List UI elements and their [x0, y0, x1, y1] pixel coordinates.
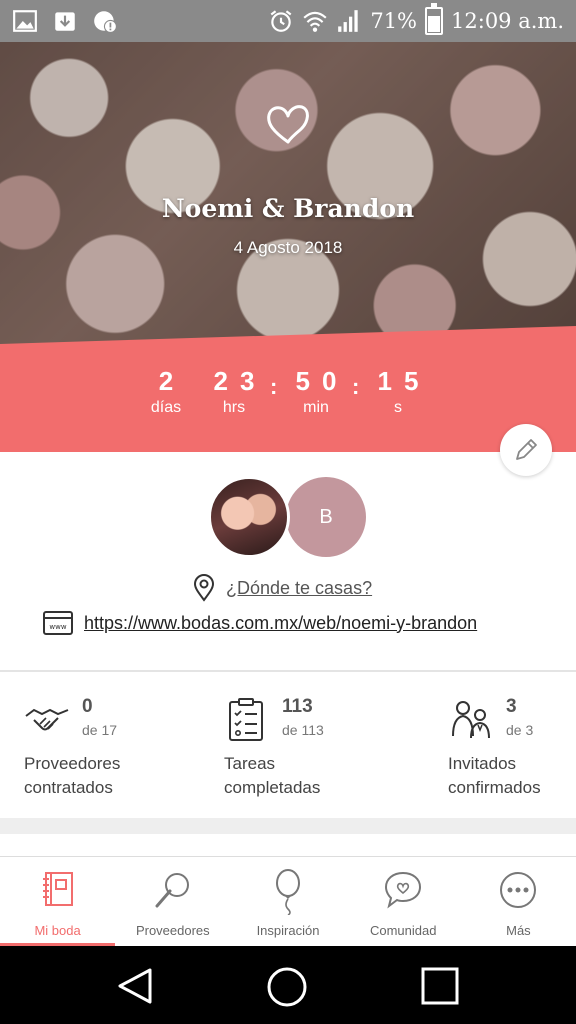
tab-mi-boda[interactable]: Mi boda [0, 857, 116, 946]
hours-label: hrs [222, 399, 246, 416]
vendors-label-1: Proveedores [24, 754, 121, 773]
website-link[interactable]: www https://www.bodas.com.mx/web/noemi-y… [42, 610, 477, 636]
tab-label: Proveedores [135, 923, 210, 938]
clock: 12:09 a.m. [451, 9, 564, 33]
pencil-icon [516, 439, 537, 460]
tab-label: Comunidad [369, 923, 437, 938]
more-icon [500, 872, 537, 908]
tasks-label-2: completadas [224, 778, 321, 797]
guests-label-2: confirmados [448, 778, 541, 797]
couple-names: Noemi & Brandon [161, 194, 415, 223]
back-icon[interactable] [116, 966, 156, 1006]
gallery-icon [13, 10, 37, 32]
countdown-banner: 2 días 23 hrs : 50 min : 15 s [0, 326, 576, 452]
seconds-value: 15 [377, 366, 431, 396]
magnifier-icon [155, 873, 189, 908]
website-url: https://www.bodas.com.mx/web/noemi-y-bra… [84, 612, 478, 633]
edit-button[interactable] [500, 424, 552, 476]
balloon-icon [276, 869, 300, 915]
guests-count: 3 [506, 696, 517, 717]
chat-heart-icon [385, 871, 422, 909]
minutes-value: 50 [295, 366, 349, 396]
hero-cover-photo[interactable]: Noemi & Brandon 4 Agosto 2018 [0, 42, 576, 352]
countdown-seconds: 15 s [370, 366, 426, 417]
countdown-days: 2 días [140, 366, 192, 417]
where-link[interactable]: ¿Dónde te casas? [192, 574, 372, 602]
alarm-icon [270, 10, 292, 32]
guests-total: de 3 [506, 722, 534, 738]
days-value: 2 [158, 366, 174, 396]
tab-mas[interactable]: Más [461, 857, 576, 946]
seconds-label: s [394, 399, 402, 416]
handshake-icon [25, 708, 69, 731]
vendors-count: 0 [82, 696, 93, 717]
tab-proveedores[interactable]: Proveedores [115, 857, 230, 946]
battery-icon [425, 3, 444, 35]
guests-icon [452, 701, 490, 739]
bottom-navigation: Mi boda Proveedores Inspiración Comunida… [0, 856, 576, 946]
avatar-photo[interactable] [208, 476, 290, 558]
section-separator [0, 818, 576, 834]
svg-text:www: www [49, 623, 66, 631]
separator: : [352, 374, 360, 399]
days-label: días [150, 399, 182, 416]
tasks-total: de 113 [282, 722, 324, 738]
tab-label: Más [506, 923, 531, 938]
download-icon [55, 12, 75, 31]
wedding-date: 4 Agosto 2018 [233, 238, 343, 257]
location-pin-icon [193, 574, 215, 602]
avatar-partner[interactable]: B [286, 477, 366, 557]
checklist-icon [229, 698, 263, 741]
signal-icon [338, 10, 358, 32]
separator: : [270, 374, 278, 399]
browser-icon: www [43, 611, 73, 635]
where-label: ¿Dónde te casas? [226, 577, 373, 598]
wifi-icon [303, 11, 327, 32]
status-bar: 71% 12:09 a.m. [0, 0, 576, 42]
battery-percent: 71% [370, 9, 418, 33]
tab-label: Inspiración [256, 923, 320, 938]
tab-comunidad[interactable]: Comunidad [346, 857, 461, 946]
divider [0, 670, 576, 672]
guests-label-1: Invitados [448, 754, 517, 773]
sync-alert-icon [94, 11, 117, 33]
vendors-total: de 17 [82, 722, 118, 738]
planner-icon [42, 872, 73, 906]
vendors-label-2: contratados [24, 778, 113, 797]
countdown-minutes: 50 min [288, 366, 344, 417]
minutes-label: min [303, 399, 329, 416]
countdown-hours: 23 hrs [206, 366, 262, 417]
hours-value: 23 [213, 366, 267, 396]
avatar-initial: B [319, 505, 333, 528]
recents-icon[interactable] [420, 966, 460, 1006]
heart-icon [267, 105, 309, 144]
tasks-count: 113 [282, 696, 313, 717]
home-icon[interactable] [266, 966, 308, 1008]
content-edge [0, 834, 576, 856]
tasks-label-1: Tareas [224, 754, 276, 773]
tab-inspiracion[interactable]: Inspiración [230, 857, 345, 946]
system-navigation-bar [0, 946, 576, 1024]
tab-label: Mi boda [34, 923, 81, 938]
